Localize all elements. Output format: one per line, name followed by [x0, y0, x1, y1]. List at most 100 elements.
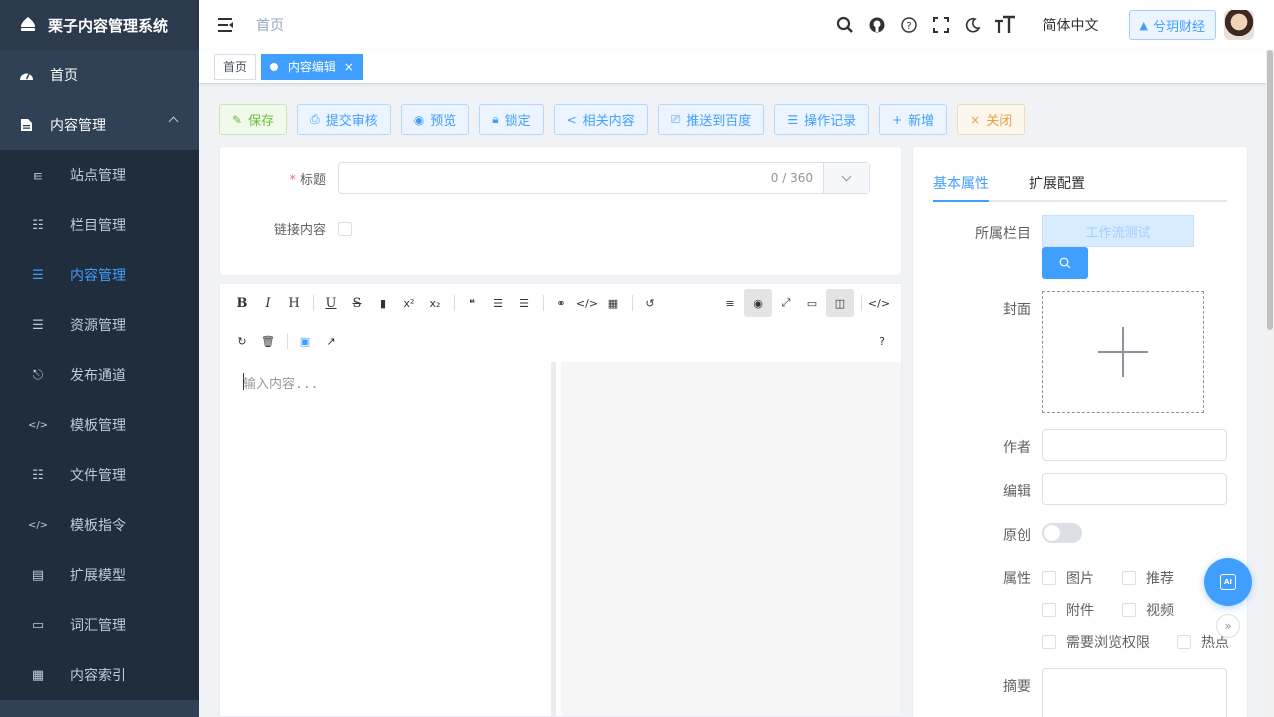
save-button[interactable]: ✎ 保存 [219, 104, 288, 135]
app-logo[interactable]: 栗子内容管理系统 [0, 0, 199, 50]
button-label: 提交审核 [325, 114, 378, 129]
preview-toggle-icon[interactable]: ◉ [744, 289, 772, 317]
attr-video-checkbox[interactable]: 视频 [1122, 600, 1174, 620]
subscript-icon[interactable]: x₂ [423, 291, 447, 315]
summary-textarea[interactable] [1042, 668, 1227, 717]
sidebar-item-site[interactable]: ㅌ 站点管理 [0, 150, 199, 200]
font-size-icon[interactable] [994, 14, 1016, 36]
external-link-icon[interactable]: ↗ [319, 329, 343, 353]
code-icon: </> [27, 519, 49, 531]
avatar[interactable] [1224, 10, 1254, 40]
site-switch-button[interactable]: ▲ 兮玥财经 [1128, 10, 1216, 40]
tab-basic[interactable]: 基本属性 [933, 173, 989, 193]
html-icon[interactable]: </> [867, 291, 891, 315]
ordered-list-icon[interactable]: ☰ [486, 291, 510, 315]
cover-uploader[interactable] [1042, 291, 1204, 413]
separator [543, 295, 544, 311]
code-icon[interactable]: </> [575, 291, 599, 315]
link-icon[interactable]: ⚭ [549, 291, 573, 315]
breadcrumb[interactable]: 首页 [256, 15, 284, 35]
sidebar-item-label: 首页 [50, 68, 78, 84]
sidebar-item-directive[interactable]: </> 模板指令 [0, 500, 199, 550]
operation-log-button[interactable]: ☰ 操作记录 [774, 104, 870, 135]
author-input[interactable] [1042, 429, 1227, 461]
redo-icon[interactable]: ↻ [230, 329, 254, 353]
italic-icon[interactable]: I [256, 291, 280, 315]
sidebar-item-catalog[interactable]: ☷ 栏目管理 [0, 200, 199, 250]
sidebar-item-label: 站点管理 [70, 168, 126, 184]
sidebar-item-vocabulary[interactable]: ▭ 词汇管理 [0, 600, 199, 650]
sidebar-item-publish[interactable]: ⎋ 发布通道 [0, 350, 199, 400]
push-baidu-button[interactable]: ⎚ 推送到百度 [657, 104, 765, 135]
sidebar-item-model[interactable]: ▤ 扩展模型 [0, 550, 199, 600]
switch-knob [1044, 525, 1060, 541]
tag-home[interactable]: 首页 [214, 53, 257, 80]
scrollbar-thumb[interactable] [1267, 50, 1273, 330]
quote-icon[interactable]: ❝ [460, 291, 484, 315]
underline-icon[interactable]: U [319, 291, 343, 315]
bookmark-icon[interactable]: ▮ [371, 291, 395, 315]
sidebar-item-file[interactable]: ☷ 文件管理 [0, 450, 199, 500]
editor-input-pane[interactable]: 输入内容... [220, 362, 556, 716]
sidebar-item-label: 模板管理 [70, 418, 126, 434]
unordered-list-icon[interactable]: ☰ [512, 291, 536, 315]
link-checkbox[interactable] [338, 221, 352, 236]
strikethrough-icon[interactable]: S [345, 291, 369, 315]
window-icon[interactable]: ▭ [800, 291, 824, 315]
ai-assistant-button[interactable]: AI [1204, 558, 1252, 606]
attr-permission-checkbox[interactable]: 需要浏览权限 [1042, 632, 1150, 652]
catalog-search-button[interactable] [1042, 247, 1088, 279]
trash-icon[interactable]: 🗑︎ [256, 329, 280, 353]
page-scrollbar[interactable] [1266, 50, 1274, 717]
sidebar-item-home[interactable]: 首页 [0, 50, 199, 100]
sidebar-item-index[interactable]: ▦ 内容索引 [0, 650, 199, 700]
split-view-icon[interactable]: ◫ [826, 289, 854, 317]
plus-icon: + [892, 112, 903, 127]
fullscreen-icon[interactable] [930, 14, 952, 36]
moon-icon[interactable] [962, 14, 984, 36]
attr-image-checkbox[interactable]: 图片 [1042, 568, 1094, 588]
search-icon[interactable] [834, 14, 856, 36]
add-button[interactable]: + 新增 [879, 104, 948, 135]
catalog-select[interactable]: 工作流测试 [1042, 215, 1194, 247]
github-icon[interactable] [866, 14, 888, 36]
question-icon[interactable]: ? [898, 14, 920, 36]
sidebar-item-template[interactable]: </> 模板管理 [0, 400, 199, 450]
preview-button[interactable]: ◉ 预览 [400, 104, 470, 135]
sidebar-item-content[interactable]: ☰ 内容管理 [0, 250, 199, 300]
editor-input[interactable] [1042, 473, 1227, 505]
undo-icon[interactable]: ↺ [638, 291, 662, 315]
attr-attachment-checkbox[interactable]: 附件 [1042, 600, 1094, 620]
original-switch[interactable] [1042, 523, 1082, 543]
sidebar-item-label: 词汇管理 [70, 618, 126, 634]
collapse-toggle[interactable]: » [1216, 614, 1240, 638]
bold-icon[interactable]: B [230, 291, 254, 315]
attr-recommend-checkbox[interactable]: 推荐 [1122, 568, 1174, 588]
sidebar-item-content-manage[interactable]: 内容管理 [0, 100, 199, 150]
editor-help: ? [870, 324, 896, 358]
close-icon[interactable]: × [344, 60, 354, 74]
align-icon[interactable]: ≡ [718, 291, 742, 315]
editor-toolbar-row1: B I H U S ▮ x² x₂ ❝ ☰ ☰ ⚭ </> ▦ ↺ [230, 286, 664, 320]
separator [313, 295, 314, 311]
separator [454, 295, 455, 311]
table-icon[interactable]: ▦ [601, 291, 625, 315]
help-icon[interactable]: ? [870, 329, 894, 353]
sidebar-item-resource[interactable]: ☰ 资源管理 [0, 300, 199, 350]
title-input[interactable]: 0 / 360 [338, 162, 870, 194]
title-dropdown[interactable] [823, 163, 869, 193]
language-select[interactable]: 简体中文 [1043, 15, 1099, 35]
cover-label: 封面 [1003, 302, 1031, 318]
hamburger-icon[interactable] [216, 15, 236, 35]
separator [632, 295, 633, 311]
superscript-icon[interactable]: x² [397, 291, 421, 315]
tag-content-edit[interactable]: 内容编辑 × [261, 53, 363, 80]
tab-extend[interactable]: 扩展配置 [1029, 173, 1085, 193]
close-button[interactable]: × 关闭 [957, 104, 1026, 135]
lock-button[interactable]: 🔒︎ 锁定 [479, 104, 544, 135]
image-icon[interactable]: ▣ [293, 329, 317, 353]
submit-review-button[interactable]: ⎙ 提交审核 [297, 104, 391, 135]
related-content-button[interactable]: < 相关内容 [553, 104, 648, 135]
heading-icon[interactable]: H [282, 291, 306, 315]
expand-icon[interactable]: ⤢ [774, 291, 798, 315]
